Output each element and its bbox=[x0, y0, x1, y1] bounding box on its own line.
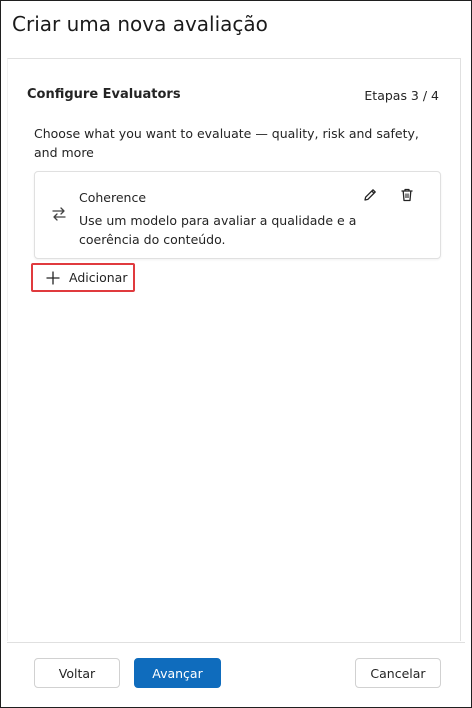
add-evaluator-button[interactable]: Adicionar bbox=[31, 263, 135, 292]
plus-icon bbox=[45, 270, 61, 286]
edit-icon[interactable] bbox=[360, 185, 380, 205]
next-button[interactable]: Avançar bbox=[134, 658, 221, 688]
footer-divider bbox=[7, 642, 465, 643]
panel-title: Criar uma nova avaliação bbox=[12, 12, 268, 36]
add-button-label: Adicionar bbox=[69, 270, 128, 285]
arrows-swap-icon bbox=[50, 205, 68, 223]
evaluator-description: Use um modelo para avaliar a qualidade e… bbox=[79, 213, 357, 247]
evaluator-name: Coherence bbox=[79, 190, 147, 205]
back-button[interactable]: Voltar bbox=[34, 658, 120, 688]
create-evaluation-panel: Criar uma nova avaliação Configure Evalu… bbox=[0, 0, 472, 708]
section-title: Configure Evaluators bbox=[27, 87, 181, 102]
evaluator-card: Coherence Use um modelo para avaliar a q… bbox=[34, 171, 441, 259]
cancel-button[interactable]: Cancelar bbox=[355, 658, 441, 688]
section-description: Choose what you want to evaluate — quali… bbox=[34, 126, 419, 160]
delete-icon[interactable] bbox=[397, 185, 417, 205]
step-indicator: Etapas 3 / 4 bbox=[364, 88, 439, 103]
